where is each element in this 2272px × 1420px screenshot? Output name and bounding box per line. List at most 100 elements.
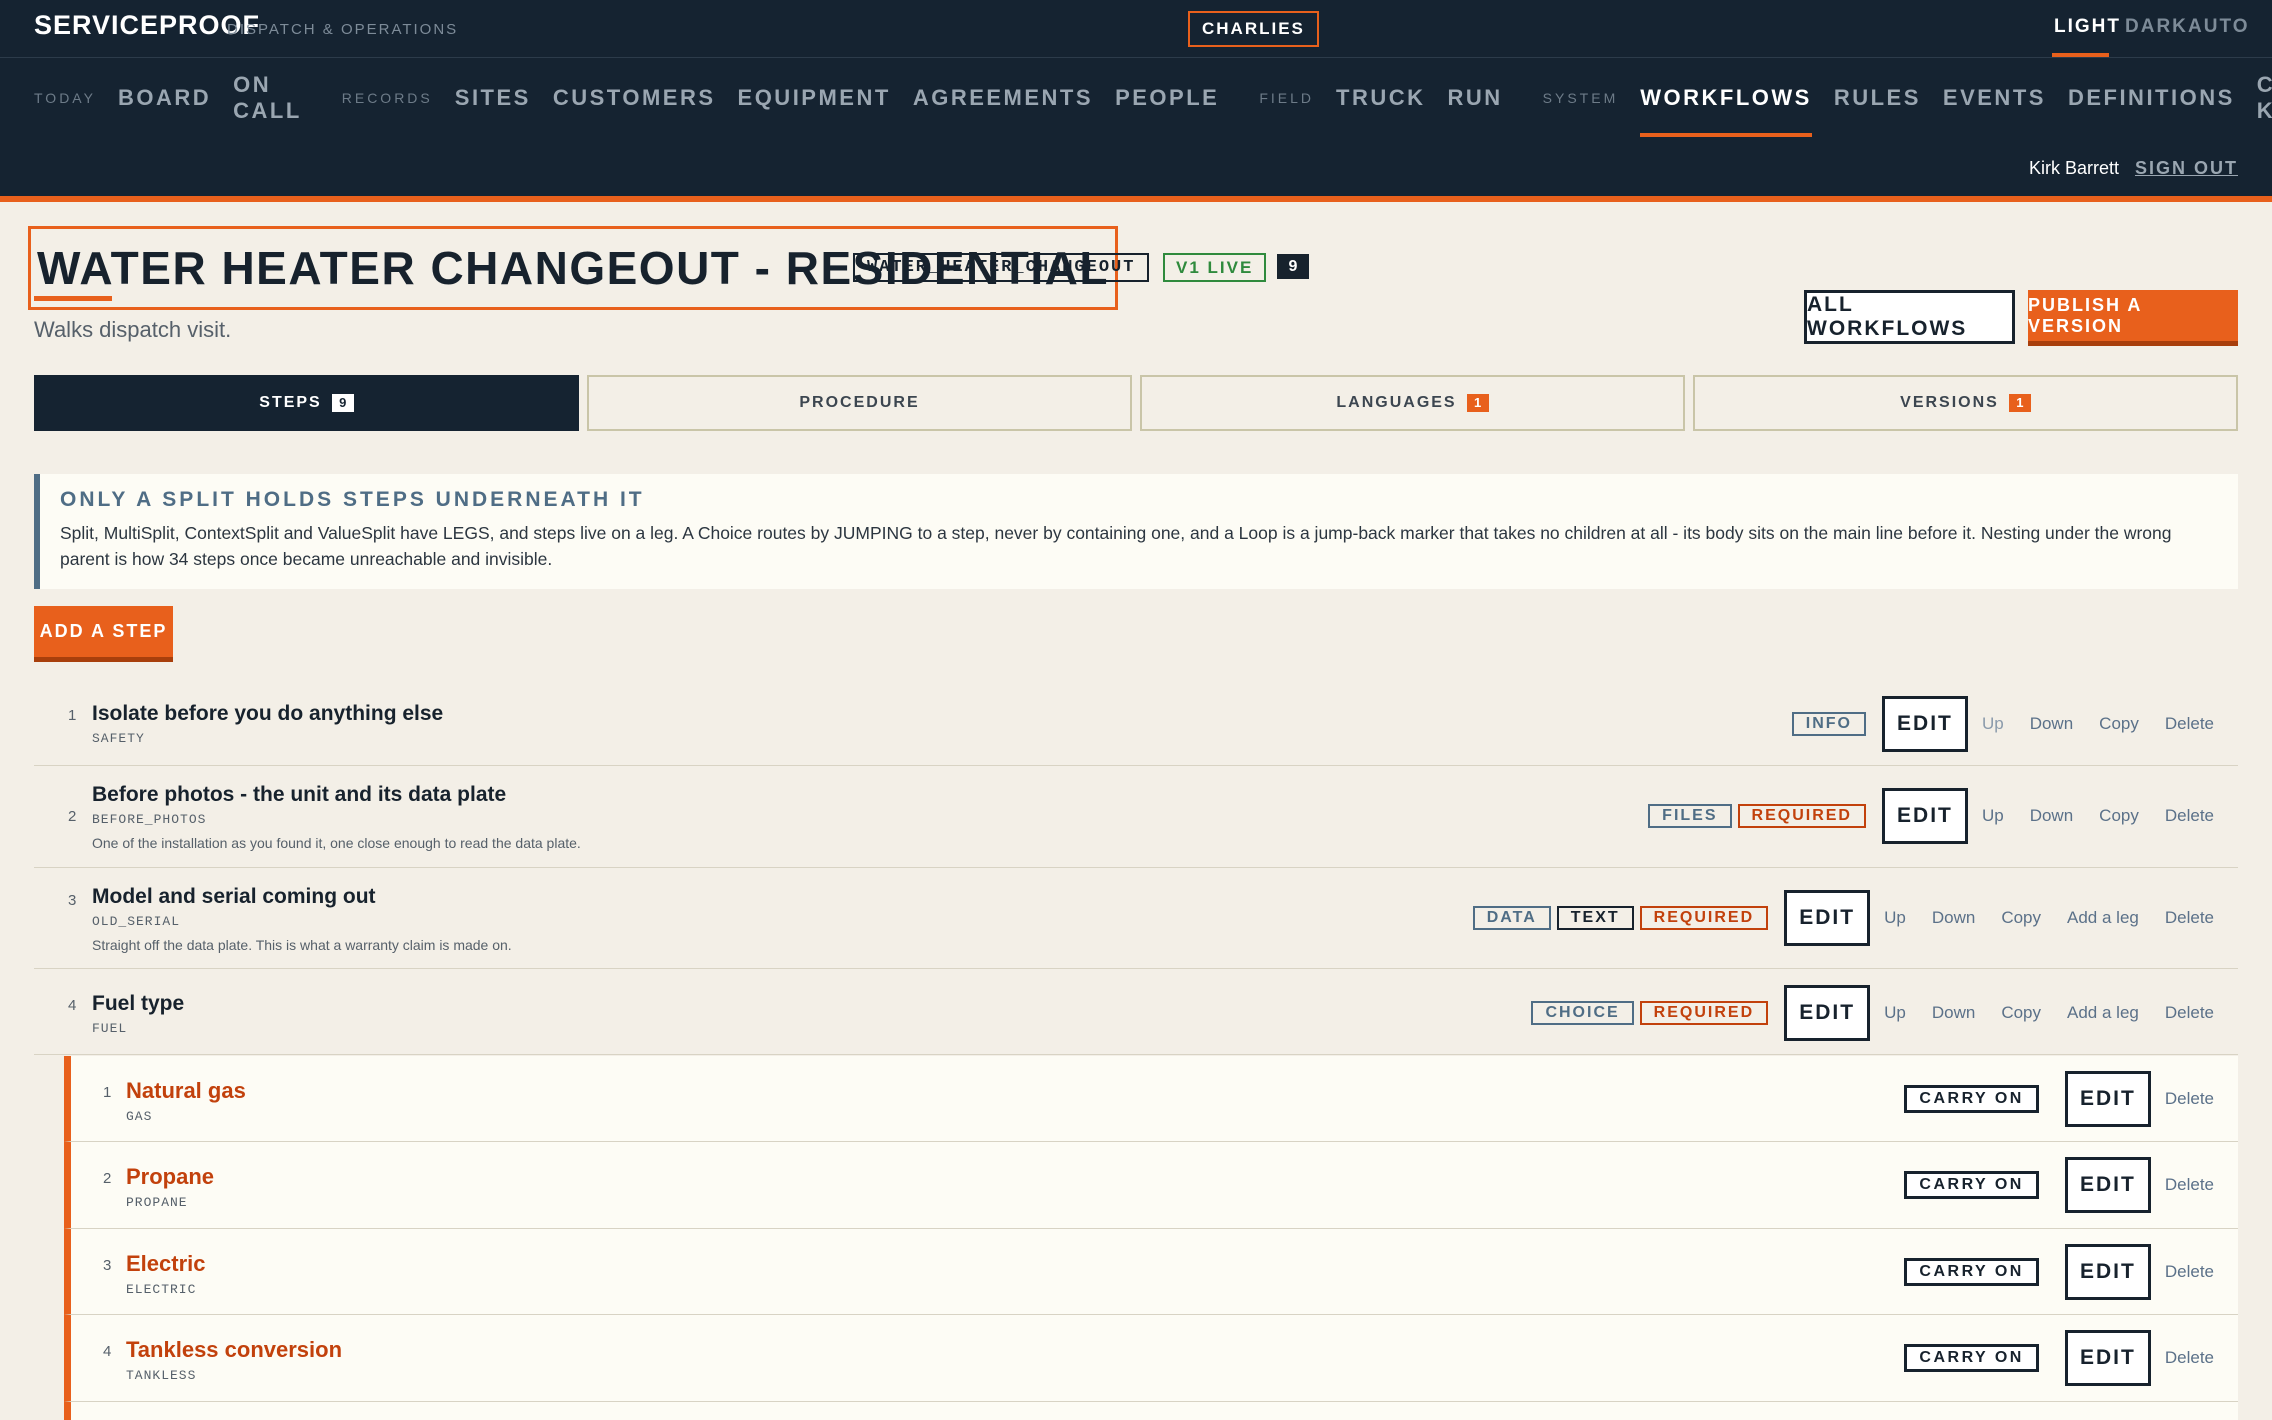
tab-languages[interactable]: LANGUAGES 1 (1140, 375, 1685, 431)
edit-button[interactable]: EDIT (1784, 890, 1871, 946)
nav-section-records: RECORDS (341, 90, 433, 106)
tab-steps[interactable]: STEPS 9 (34, 375, 579, 431)
nav-item-workflows[interactable]: WORKFLOWS (1640, 85, 1812, 137)
tab-versions[interactable]: VERSIONS 1 (1693, 375, 2238, 431)
tab-procedure-label: PROCEDURE (799, 394, 920, 411)
brand-subtitle: DISPATCH & OPERATIONS (227, 21, 459, 38)
tag-info: INFO (1791, 712, 1866, 736)
tab-steps-badge: 9 (331, 394, 354, 412)
move-up-link[interactable]: Up (1982, 806, 2004, 826)
delete-link[interactable]: Delete (2165, 1348, 2214, 1368)
copy-link[interactable]: Copy (2099, 806, 2139, 826)
nav-section-field: FIELD (1259, 90, 1314, 106)
leg-number: 1 (103, 1084, 112, 1101)
edit-button[interactable]: EDIT (2064, 1330, 2151, 1386)
carry-on-badge: CARRY ON (1904, 1085, 2039, 1113)
move-down-link[interactable]: Down (1932, 908, 1975, 928)
live-version-badge: V1 LIVE (1163, 253, 1267, 282)
step-title: Before photos - the unit and its data pl… (92, 783, 507, 806)
workflow-key-chip: WATER_HEATER_CHANGEOUT (853, 253, 1150, 282)
step-row: 4 Fuel type FUEL CHOICE REQUIRED EDIT Up… (34, 969, 2238, 1055)
move-down-link[interactable]: Down (2030, 806, 2073, 826)
theme-dark[interactable]: DARK (2125, 16, 2188, 38)
leg-row-partial (64, 1402, 2238, 1420)
copy-link[interactable]: Copy (2001, 1003, 2041, 1023)
publish-version-button[interactable]: PUBLISH A VERSION (2028, 290, 2238, 346)
nav-item-board[interactable]: BOARD (118, 85, 211, 111)
edit-button[interactable]: EDIT (1881, 696, 1968, 752)
leg-key: TANKLESS (126, 1368, 197, 1383)
notice-body: Split, MultiSplit, ContextSplit and Valu… (60, 523, 2172, 569)
nav-item-on-call[interactable]: ON CALL (233, 72, 302, 124)
step-number: 4 (68, 997, 77, 1014)
copy-link[interactable]: Copy (2001, 908, 2041, 928)
tab-procedure[interactable]: PROCEDURE (587, 375, 1132, 431)
carry-on-badge: CARRY ON (1904, 1344, 2039, 1372)
delete-link[interactable]: Delete (2165, 1175, 2214, 1195)
all-workflows-button[interactable]: ALL WORKFLOWS (1804, 290, 2015, 344)
delete-link[interactable]: Delete (2165, 714, 2214, 734)
nav-item-agreements[interactable]: AGREEMENTS (913, 85, 1093, 111)
delete-link[interactable]: Delete (2165, 1089, 2214, 1109)
edit-button[interactable]: EDIT (1881, 788, 1968, 844)
move-down-link[interactable]: Down (2030, 714, 2073, 734)
main-nav: TODAY BOARD ON CALL RECORDS SITES CUSTOM… (0, 58, 2272, 196)
leg-title: Electric (126, 1251, 206, 1276)
nav-item-rules[interactable]: RULES (1834, 85, 1921, 111)
nav-item-control-kit[interactable]: CONTROL KIT (2257, 72, 2272, 124)
step-key: OLD_SERIAL (92, 914, 181, 929)
tab-languages-badge: 1 (1466, 394, 1489, 412)
add-step-button[interactable]: ADD A STEP (34, 606, 173, 662)
nav-section-system: SYSTEM (1542, 90, 1619, 106)
edit-button[interactable]: EDIT (1784, 985, 1871, 1041)
nav-item-definitions[interactable]: DEFINITIONS (2068, 85, 2235, 111)
tag-required: REQUIRED (1639, 1001, 1769, 1025)
leg-title: Natural gas (126, 1078, 246, 1103)
tag-choice: CHOICE (1531, 1001, 1634, 1025)
delete-link[interactable]: Delete (2165, 806, 2214, 826)
tab-languages-label: LANGUAGES (1336, 394, 1457, 411)
theme-auto[interactable]: AUTO (2188, 16, 2249, 38)
tag-files: FILES (1648, 804, 1732, 828)
step-row: 2 Before photos - the unit and its data … (34, 766, 2238, 868)
step-description: Straight off the data plate. This is wha… (92, 937, 512, 953)
delete-link[interactable]: Delete (2165, 1003, 2214, 1023)
theme-light[interactable]: LIGHT (2054, 16, 2121, 38)
add-leg-link[interactable]: Add a leg (2067, 908, 2139, 928)
nav-item-run[interactable]: RUN (1448, 85, 1503, 111)
leg-key: GAS (126, 1109, 153, 1124)
leg-row: 4 Tankless conversion TANKLESS CARRY ON … (64, 1315, 2238, 1402)
step-key: FUEL (92, 1021, 128, 1036)
delete-link[interactable]: Delete (2165, 908, 2214, 928)
copy-link[interactable]: Copy (2099, 714, 2139, 734)
step-number: 2 (68, 808, 77, 825)
tab-versions-label: VERSIONS (1900, 394, 1999, 411)
move-up-link[interactable]: Up (1884, 908, 1906, 928)
add-leg-link[interactable]: Add a leg (2067, 1003, 2139, 1023)
tag-required: REQUIRED (1639, 906, 1769, 930)
nav-item-people[interactable]: PEOPLE (1115, 85, 1219, 111)
step-number: 1 (68, 707, 77, 724)
carry-on-badge: CARRY ON (1904, 1171, 2039, 1199)
nav-item-customers[interactable]: CUSTOMERS (553, 85, 716, 111)
nav-item-equipment[interactable]: EQUIPMENT (738, 85, 891, 111)
org-switcher[interactable]: CHARLIES (1188, 11, 1319, 47)
sign-out-link[interactable]: SIGN OUT (2135, 158, 2238, 178)
edit-button[interactable]: EDIT (2064, 1157, 2151, 1213)
user-menu: Kirk Barrett SIGN OUT (2029, 158, 2238, 179)
step-number: 3 (68, 892, 77, 909)
tag-required: REQUIRED (1737, 804, 1866, 828)
tab-versions-badge: 1 (2008, 394, 2031, 412)
delete-link[interactable]: Delete (2165, 1262, 2214, 1282)
nav-item-sites[interactable]: SITES (455, 85, 531, 111)
move-down-link[interactable]: Down (1932, 1003, 1975, 1023)
move-up-link[interactable]: Up (1884, 1003, 1906, 1023)
edit-button[interactable]: EDIT (2064, 1244, 2151, 1300)
nav-item-truck[interactable]: TRUCK (1336, 85, 1426, 111)
step-row: 1 Isolate before you do anything else SA… (34, 683, 2238, 766)
nav-item-events[interactable]: EVENTS (1943, 85, 2046, 111)
leg-number: 3 (103, 1257, 112, 1274)
move-up-link[interactable]: Up (1982, 714, 2004, 734)
theme-active-indicator (2052, 53, 2109, 57)
edit-button[interactable]: EDIT (2064, 1071, 2151, 1127)
